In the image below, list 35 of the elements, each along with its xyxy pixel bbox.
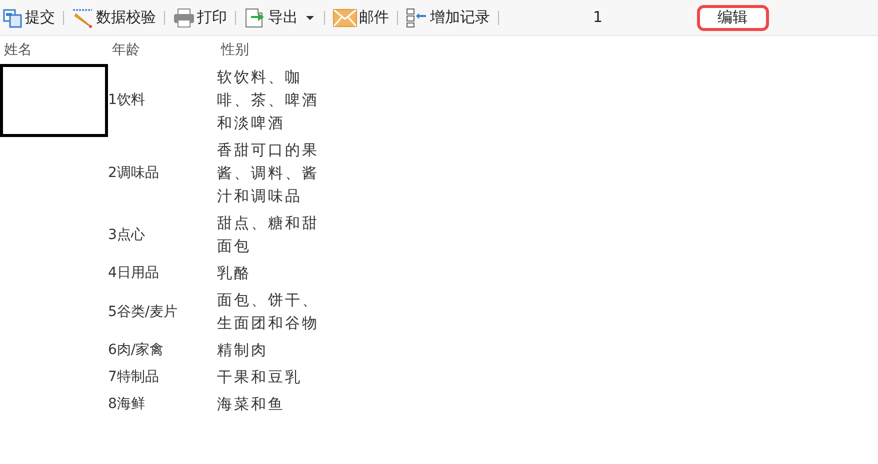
table-cell-text: 精制肉: [217, 340, 269, 361]
add-record-icon: [406, 8, 428, 28]
printer-icon: [173, 8, 195, 28]
toolbar-button[interactable]: 打印: [173, 6, 227, 29]
selected-cell[interactable]: [0, 64, 108, 137]
export-icon: [244, 6, 266, 28]
toolbar-button[interactable]: 增加记录: [406, 6, 490, 29]
table-cell-text: 面包、饼干、生面团和谷物: [217, 290, 320, 334]
table-cell-text: 6肉/家禽: [108, 341, 164, 360]
table-cell-text: 软饮料、咖啡、茶、啤酒和淡啤酒: [217, 67, 320, 134]
table-cell-text: 干果和豆乳: [217, 367, 303, 388]
column-header: 姓名: [3, 40, 33, 60]
toolbar-button[interactable]: 邮件: [333, 6, 389, 29]
table-cell-text: 4日用品: [108, 264, 159, 283]
table-cell-text: 7特制品: [108, 368, 159, 387]
table-cell-text: 香甜可口的果酱、调料、酱汁和调味品: [217, 140, 320, 207]
pencil-icon: [72, 8, 94, 28]
table-cell-text: 8海鲜: [108, 395, 145, 414]
toolbar-button[interactable]: 数据校验: [72, 6, 156, 29]
caret-icon: [304, 14, 316, 22]
table-cell-text: 甜点、糖和甜面包: [217, 213, 320, 257]
envelope-icon: [333, 8, 357, 26]
table-cell-text: 3点心: [108, 226, 145, 244]
column-header: 性别: [220, 40, 249, 60]
table-cell-text: 海菜和鱼: [217, 394, 286, 415]
documents-icon: [3, 8, 23, 28]
table-cell-text: 1饮料: [108, 91, 145, 110]
edit-button[interactable]: 编辑: [696, 4, 769, 30]
page-number: 1: [593, 7, 603, 28]
table-cell-text: 乳酪: [217, 263, 252, 284]
table-cell-text: 2调味品: [108, 164, 159, 183]
toolbar-button[interactable]: 提交: [3, 6, 55, 29]
table-cell-text: 5谷类/麦片: [108, 302, 178, 322]
toolbar-button[interactable]: 导出: [244, 6, 316, 29]
column-header: 年龄: [111, 40, 141, 60]
